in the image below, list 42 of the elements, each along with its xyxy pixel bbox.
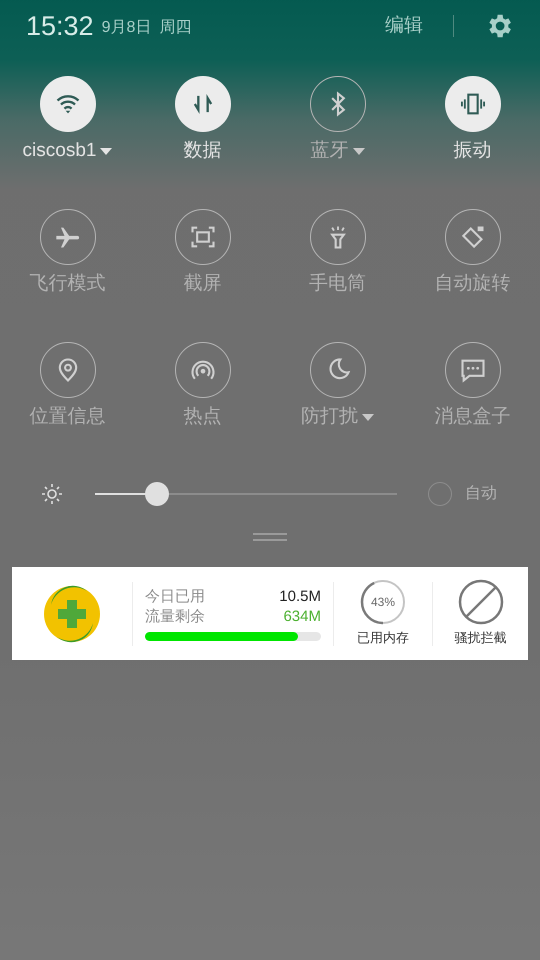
memory-label: 已用内存 [357,629,409,648]
toggle-button[interactable] [174,342,230,398]
memory-percent: 43% [370,594,396,612]
toggle-label: 飞行模式 [30,272,106,296]
remaining-label: 流量剩余 [145,606,205,626]
drag-handle[interactable] [253,533,287,541]
block-label: 骚扰拦截 [454,629,506,648]
dropdown-caret-icon[interactable] [352,148,364,154]
toggle-button[interactable] [310,342,366,398]
toggle-label: 自动旋转 [434,272,510,296]
toggle-button[interactable] [444,209,500,265]
toggle-button[interactable] [40,209,96,265]
date-text: 9月8日 [102,18,152,38]
toggle-label: 截屏 [184,272,222,296]
toggle-label: 振动 [454,138,492,163]
usage-label: 今日已用 [145,586,205,606]
toggle-button[interactable] [444,342,500,398]
logo-icon[interactable] [43,584,101,642]
remaining-value: 634M [283,606,321,626]
toggle-label: 消息盒子 [434,404,510,429]
prohibited-icon[interactable] [458,579,504,626]
usage-value: 10.5M [279,586,321,606]
dropdown-caret-icon[interactable] [362,414,374,420]
toggle-label: 手电筒 [309,272,366,296]
toggle-label: ciscosb1 [22,138,96,163]
toggle-label: 热点 [184,404,222,429]
auto-checkbox[interactable] [428,482,452,506]
auto-label: 自动 [465,484,497,504]
toggle-label: 防打扰 [301,404,358,429]
toggle-label: 蓝牙 [310,138,348,163]
clock-time: 15:32 [26,12,94,40]
toggle-button[interactable] [174,209,230,265]
weekday-text: 周四 [159,18,192,38]
toggle-label: 数据 [184,138,222,163]
toggle-button[interactable] [40,342,96,398]
edit-button[interactable]: 编辑 [385,12,423,40]
toggle-label: 位置信息 [30,404,106,429]
brightness-icon [40,482,64,506]
slider-thumb[interactable] [144,482,169,506]
toggle-button[interactable] [310,76,366,132]
toggle-button[interactable] [310,209,366,265]
dropdown-caret-icon[interactable] [100,148,112,154]
